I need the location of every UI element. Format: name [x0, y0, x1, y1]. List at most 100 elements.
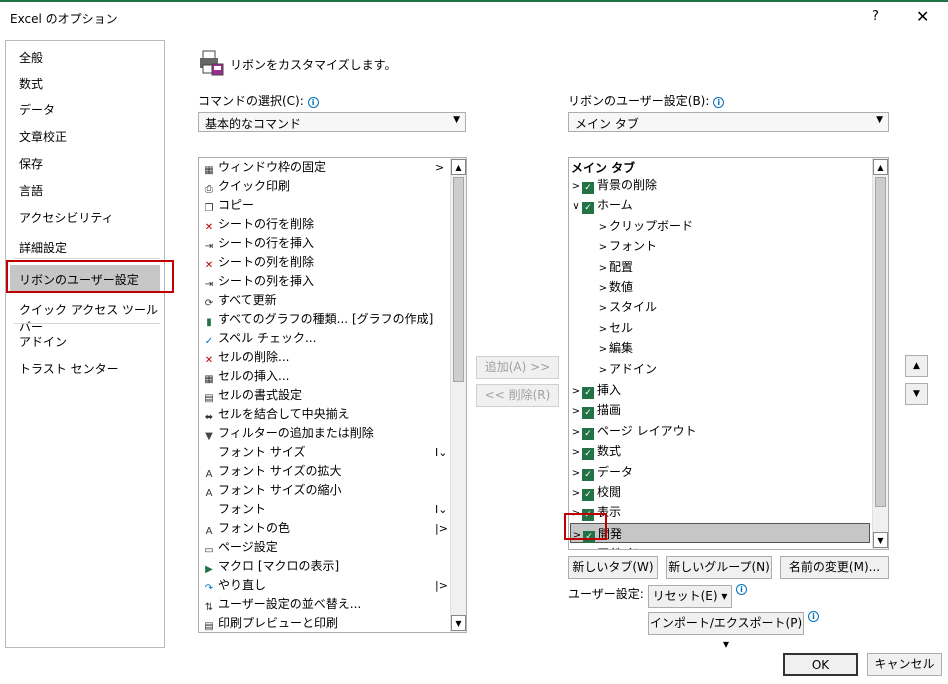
sidebar-item-language[interactable]: 言語: [19, 182, 43, 199]
sidebar-item-addins[interactable]: アドイン: [19, 333, 67, 350]
move-down-button[interactable]: ▼: [905, 383, 928, 405]
command-item[interactable]: ↷ やり直し: [202, 576, 266, 595]
tree-item[interactable]: > スタイル: [597, 297, 657, 317]
add-button[interactable]: 追加(A) >>: [476, 356, 559, 379]
checkbox-checked-icon[interactable]: ✓: [582, 182, 594, 194]
command-item[interactable]: ▤ 印刷プレビューと印刷: [202, 614, 338, 632]
ok-button[interactable]: OK: [783, 653, 858, 676]
info-icon[interactable]: i: [808, 611, 819, 622]
tree-item[interactable]: > 数値: [597, 277, 633, 297]
expand-chevron-icon[interactable]: >: [597, 259, 609, 279]
expand-chevron-icon[interactable]: >: [597, 361, 609, 381]
tree-item[interactable]: > ✓ 描画: [570, 400, 621, 420]
expand-chevron-icon[interactable]: >: [597, 218, 609, 238]
sidebar-item-trust-center[interactable]: トラスト センター: [19, 360, 119, 377]
tree-item[interactable]: > ✓ 校閲: [570, 482, 621, 502]
help-icon[interactable]: ?: [872, 9, 879, 24]
customize-ribbon-dropdown[interactable]: メイン タブ ▼: [568, 112, 889, 132]
scroll-up-icon[interactable]: ▲: [451, 159, 466, 175]
command-item[interactable]: ▦ セルの挿入...: [202, 367, 289, 386]
expand-chevron-icon[interactable]: >: [570, 484, 582, 504]
tree-item[interactable]: > セル: [597, 318, 633, 338]
scroll-down-icon[interactable]: ▼: [873, 532, 888, 548]
checkbox-checked-icon[interactable]: ✓: [582, 489, 594, 501]
command-item[interactable]: A フォントの色: [202, 519, 290, 538]
sidebar-item-quick-access-toolbar[interactable]: クイック アクセス ツール バー: [19, 301, 164, 335]
tree-item[interactable]: > 編集: [597, 338, 633, 358]
ribbon-tabs-tree[interactable]: メイン タブ ▲ ▼ > ✓ 背景の削除 ∨ ✓ ホーム > クリップボード > フォント > 配置 >…: [568, 157, 889, 550]
expand-chevron-icon[interactable]: >: [597, 299, 609, 319]
command-item[interactable]: ⟳ すべて更新: [202, 291, 277, 310]
info-icon[interactable]: i: [736, 584, 747, 595]
checkbox-checked-icon[interactable]: ✓: [582, 428, 594, 440]
command-item[interactable]: ▭ ページ設定: [202, 538, 278, 557]
command-item[interactable]: ✕ シートの行を削除: [202, 215, 314, 234]
command-item[interactable]: ▦ ウィンドウ枠の固定: [202, 158, 326, 177]
expand-chevron-icon[interactable]: >: [597, 238, 609, 258]
command-item[interactable]: A フォント サイズの縮小: [202, 481, 342, 500]
command-item[interactable]: フォント サイズ: [202, 443, 305, 462]
checkbox-checked-icon[interactable]: ✓: [582, 469, 594, 481]
sidebar-item-accessibility[interactable]: アクセシビリティ: [19, 209, 114, 226]
sidebar-item-data[interactable]: データ: [19, 101, 55, 118]
command-item[interactable]: ⎙ クイック印刷: [202, 177, 290, 196]
tree-item[interactable]: > ✓ 数式: [570, 441, 621, 461]
tree-scrollbar[interactable]: ▲ ▼: [872, 158, 888, 549]
info-icon[interactable]: i: [307, 97, 319, 108]
command-item[interactable]: ✕ シートの列を削除: [202, 253, 314, 272]
tree-item[interactable]: > ✓ 背景の削除: [570, 175, 657, 195]
command-item[interactable]: A フォント サイズの拡大: [202, 462, 342, 481]
tree-item[interactable]: > ✓ 挿入: [570, 380, 621, 400]
cancel-button[interactable]: キャンセル: [867, 653, 942, 676]
command-item[interactable]: ▶ マクロ [マクロの表示]: [202, 557, 339, 576]
command-item[interactable]: ⇅ ユーザー設定の並べ替え...: [202, 595, 361, 614]
expand-chevron-icon[interactable]: >: [570, 402, 582, 422]
command-item[interactable]: ✓ スペル チェック...: [202, 329, 317, 348]
sidebar-item-advanced[interactable]: 詳細設定: [19, 239, 67, 256]
expand-chevron-icon[interactable]: >: [570, 177, 582, 197]
tree-item[interactable]: > 配置: [597, 257, 633, 277]
expand-chevron-icon[interactable]: >: [570, 464, 582, 484]
move-up-button[interactable]: ▲: [905, 355, 928, 377]
commands-list[interactable]: ▲ ▼ ▦ ウィンドウ枠の固定 > ⎙ クイック印刷 ❐ コピー ✕ シートの行を削除 ⇥ シートの…: [198, 157, 467, 633]
expand-chevron-icon[interactable]: >: [570, 423, 582, 443]
import-export-dropdown-button[interactable]: インポート/エクスポート(P) ▾: [648, 612, 804, 651]
command-item[interactable]: ▤ セルの書式設定: [202, 386, 302, 405]
command-item[interactable]: ❐ コピー: [202, 196, 255, 215]
tree-item[interactable]: ∨ ✓ ホーム: [570, 195, 633, 215]
sidebar-item-general[interactable]: 全般: [19, 49, 43, 66]
remove-button[interactable]: << 削除(R): [476, 384, 559, 407]
expand-chevron-icon[interactable]: >: [597, 340, 609, 360]
sidebar-item-formulas[interactable]: 数式: [19, 75, 43, 92]
rename-button[interactable]: 名前の変更(M)...: [780, 556, 889, 579]
new-tab-button[interactable]: 新しいタブ(W): [568, 556, 658, 579]
command-item[interactable]: フォント: [202, 500, 266, 519]
scroll-down-icon[interactable]: ▼: [451, 615, 466, 631]
checkbox-checked-icon[interactable]: ✓: [582, 407, 594, 419]
tree-item[interactable]: > フォント: [597, 236, 657, 256]
scroll-thumb[interactable]: [875, 177, 886, 507]
sidebar-item-proofing[interactable]: 文章校正: [19, 128, 67, 145]
command-item[interactable]: ⬌ セルを結合して中央揃え: [202, 405, 350, 424]
checkbox-checked-icon[interactable]: ✓: [582, 202, 594, 214]
command-item[interactable]: ▼ フィルターの追加または削除: [202, 424, 374, 443]
reset-dropdown-button[interactable]: リセット(E) ▾: [648, 585, 732, 608]
expand-chevron-icon[interactable]: >: [597, 320, 609, 340]
new-group-button[interactable]: 新しいグループ(N): [666, 556, 772, 579]
tree-item[interactable]: > ✓ データ: [570, 462, 633, 482]
checkbox-checked-icon[interactable]: ✓: [582, 387, 594, 399]
choose-commands-dropdown[interactable]: 基本的なコマンド ▼: [198, 112, 466, 132]
close-icon[interactable]: ✕: [916, 7, 929, 26]
expand-chevron-icon[interactable]: >: [597, 279, 609, 299]
expand-chevron-icon[interactable]: ∨: [570, 197, 582, 217]
command-item[interactable]: ▮ すべてのグラフの種類... [グラフの作成]: [202, 310, 433, 329]
command-item[interactable]: ⇥ シートの列を挿入: [202, 272, 314, 291]
expand-chevron-icon[interactable]: >: [570, 443, 582, 463]
commands-scrollbar[interactable]: ▲ ▼: [450, 158, 466, 632]
scroll-thumb[interactable]: [453, 177, 464, 382]
tree-item[interactable]: > ✓ ページ レイアウト: [570, 421, 697, 441]
sidebar-item-save[interactable]: 保存: [19, 155, 43, 172]
tree-item[interactable]: ✓アドイン: [570, 543, 645, 549]
expand-chevron-icon[interactable]: >: [570, 382, 582, 402]
tree-item[interactable]: > ✓ 開発: [570, 523, 870, 543]
